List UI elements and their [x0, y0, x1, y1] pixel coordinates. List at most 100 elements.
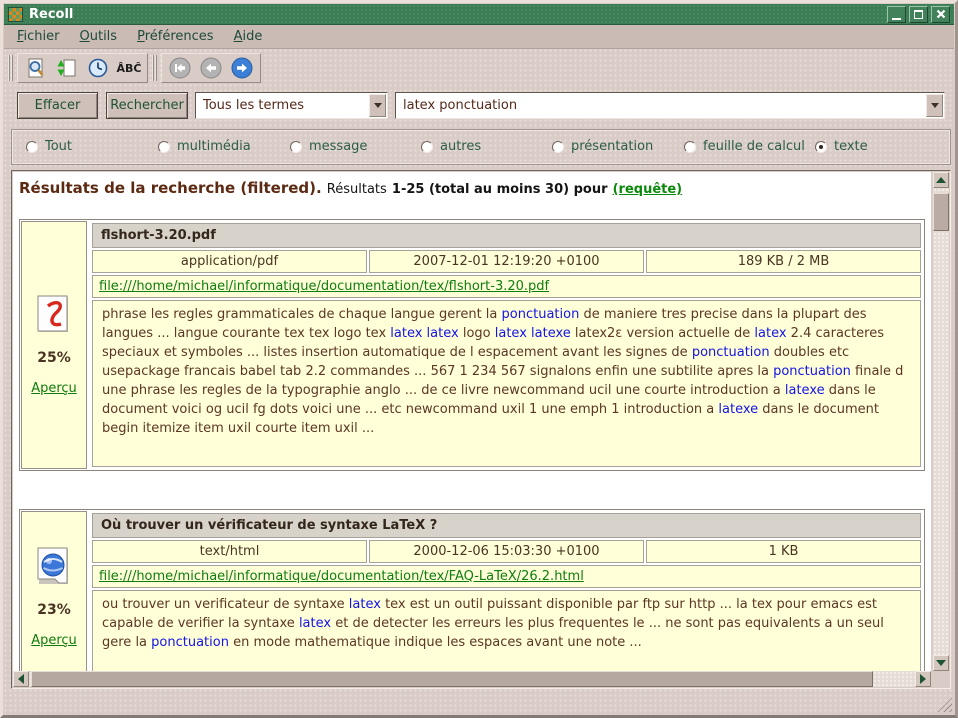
relevance-percent: 25%	[37, 350, 71, 366]
preview-link[interactable]: Aperçu	[31, 381, 77, 396]
query-details-link[interactable]: (requête)	[613, 182, 683, 197]
query-input[interactable]	[396, 98, 925, 113]
radio-label: message	[309, 139, 367, 154]
resize-grip[interactable]	[937, 697, 952, 712]
document-search-icon	[25, 57, 47, 79]
radio-label: présentation	[571, 139, 653, 154]
close-button[interactable]	[931, 6, 950, 23]
radio-circle-icon	[552, 141, 564, 153]
result-date: 2000-12-06 15:03:30 +0100	[369, 540, 644, 563]
document-update-icon	[56, 57, 78, 79]
next-page-icon	[231, 57, 253, 79]
update-index-button[interactable]	[54, 56, 80, 80]
result-mime: text/html	[92, 540, 367, 563]
preview-link[interactable]: Aperçu	[31, 633, 77, 648]
highlighted-term: latex	[349, 597, 381, 612]
result-mime: application/pdf	[92, 250, 367, 273]
menu-fichier[interactable]: Fichier	[10, 27, 67, 46]
results-header: Résultats de la recherche (filtered). Ré…	[13, 176, 931, 207]
titlebar[interactable]: Recoll	[4, 4, 954, 25]
horizontal-scrollbar[interactable]	[13, 671, 931, 687]
results-list: Résultats de la recherche (filtered). Ré…	[13, 172, 931, 671]
radio-circle-icon	[158, 141, 170, 153]
minimize-icon	[892, 18, 901, 20]
search-button[interactable]: Rechercher	[106, 92, 188, 119]
menu-outils[interactable]: Outils	[73, 27, 125, 46]
highlighted-term: latexe	[785, 383, 825, 398]
query-combobox	[395, 92, 945, 119]
radio-circle-icon	[26, 141, 38, 153]
radio-circle-icon	[290, 141, 302, 153]
radio-label: multimédia	[177, 139, 251, 154]
result-left-column: 25% Aperçu	[21, 221, 87, 469]
menu-preferences[interactable]: Préférences	[130, 27, 220, 46]
result-size: 1 KB	[646, 540, 921, 563]
highlighted-term: ponctuation	[502, 307, 580, 322]
minimize-button[interactable]	[887, 6, 906, 23]
radio-message[interactable]: message	[290, 139, 367, 154]
highlighted-term: ponctuation	[692, 345, 770, 360]
toolbar-drag-handle[interactable]	[8, 55, 13, 81]
radio-autres[interactable]: autres	[421, 139, 481, 154]
result-left-column: 23% Aperçu	[21, 511, 87, 671]
radio-tout[interactable]: Tout	[26, 139, 72, 154]
radio-label: feuille de calcul	[703, 139, 805, 154]
term-explorer-button[interactable]: ÂBĈ	[116, 56, 142, 80]
radio-texte[interactable]: texte	[815, 139, 868, 154]
radio-circle-icon	[421, 141, 433, 153]
chevron-down-icon[interactable]	[369, 94, 386, 117]
first-page-icon	[169, 57, 191, 79]
window-buttons	[887, 6, 950, 23]
result-table: flshort-3.20.pdf application/pdf 2007-12…	[90, 221, 923, 469]
result-size: 189 KB / 2 MB	[646, 250, 921, 273]
results-count-range: 1-25 (total au moins 30) pour	[392, 182, 608, 197]
highlighted-term: latex	[754, 326, 786, 341]
result-snippet: phrase les regles grammaticales de chaqu…	[92, 300, 921, 467]
abc-spell-icon: ÂBĈ	[117, 62, 142, 75]
scroll-up-button[interactable]	[933, 172, 949, 188]
recoll-window: Recoll Fichier Outils Préférences Aide	[0, 0, 958, 718]
radio-circle-icon	[684, 141, 696, 153]
scroll-down-button[interactable]	[933, 655, 949, 671]
radio-label: texte	[834, 139, 868, 154]
scroll-right-button[interactable]	[915, 671, 931, 687]
toolbar-main-group: ÂBĈ	[17, 53, 148, 83]
radio-présentation[interactable]: présentation	[552, 139, 653, 154]
relevance-percent: 23%	[37, 602, 71, 618]
result-title: Où trouver un vérificateur de syntaxe La…	[92, 513, 921, 538]
vertical-scroll-thumb[interactable]	[933, 193, 949, 231]
result-title: flshort-3.20.pdf	[92, 223, 921, 248]
horizontal-scroll-thumb[interactable]	[31, 671, 873, 687]
scroll-left-button[interactable]	[13, 671, 29, 687]
radio-multimédia[interactable]: multimédia	[158, 139, 251, 154]
highlighted-term: latexe	[718, 402, 758, 417]
toolbar-drag-handle[interactable]	[152, 55, 157, 81]
window-title: Recoll	[29, 7, 73, 22]
clear-button[interactable]: Effacer	[17, 92, 98, 119]
first-page-button[interactable]	[167, 56, 193, 80]
result-url-link[interactable]: file:///home/michael/informatique/docume…	[99, 569, 584, 584]
highlighted-term: ponctuation	[773, 364, 851, 379]
html-file-icon	[36, 547, 72, 587]
result-entry: 25% Aperçu flshort-3.20.pdf application/…	[19, 219, 925, 471]
recoll-app-icon	[8, 7, 23, 22]
next-page-button[interactable]	[229, 56, 255, 80]
arrow-up-icon	[936, 172, 946, 183]
sort-by-date-button[interactable]	[85, 56, 111, 80]
results-count-prefix: Résultats	[327, 182, 387, 197]
show-query-detail-button[interactable]	[23, 56, 49, 80]
result-url-link[interactable]: file:///home/michael/informatique/docume…	[99, 279, 549, 294]
previous-page-icon	[200, 57, 222, 79]
maximize-button[interactable]	[909, 6, 928, 23]
menu-aide[interactable]: Aide	[227, 27, 270, 46]
radio-circle-icon	[815, 141, 827, 153]
chevron-down-icon[interactable]	[926, 94, 943, 117]
radio-feuille-de-calcul[interactable]: feuille de calcul	[684, 139, 805, 154]
results-header-title: Résultats de la recherche (filtered).	[19, 179, 322, 197]
result-date: 2007-12-01 12:19:20 +0100	[369, 250, 644, 273]
pdf-file-icon	[36, 295, 72, 335]
previous-page-button[interactable]	[198, 56, 224, 80]
vertical-scrollbar[interactable]	[933, 172, 949, 671]
radio-label: autres	[440, 139, 481, 154]
search-type-combobox[interactable]: Tous les termes	[195, 92, 388, 119]
